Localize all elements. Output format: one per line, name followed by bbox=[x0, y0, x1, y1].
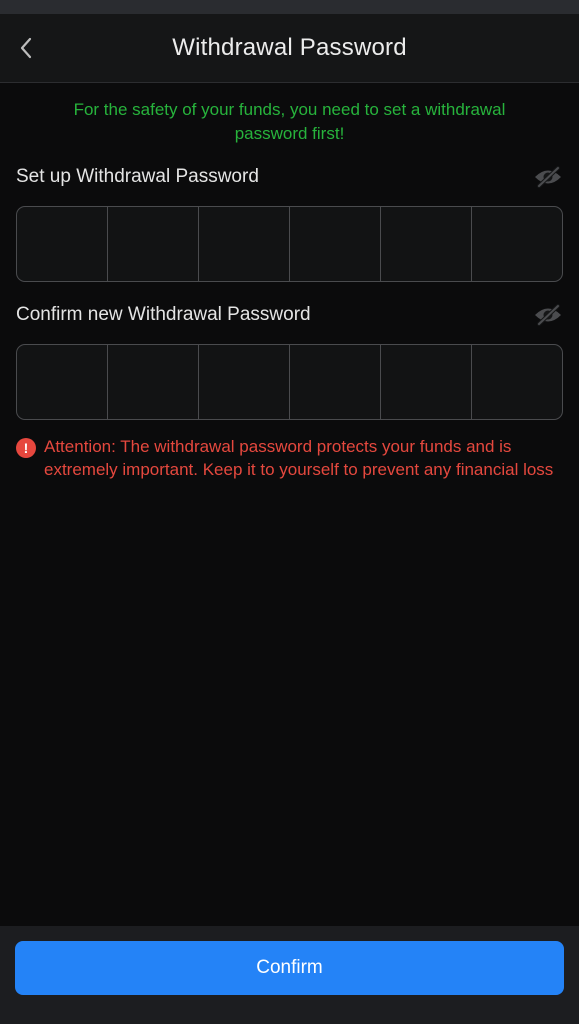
confirm-password-digit-5[interactable] bbox=[381, 345, 472, 419]
eye-off-icon bbox=[535, 304, 561, 326]
confirm-password-header: Confirm new Withdrawal Password bbox=[16, 300, 563, 330]
setup-password-digit-4[interactable] bbox=[290, 207, 381, 281]
confirm-password-digit-2[interactable] bbox=[108, 345, 199, 419]
status-bar bbox=[0, 0, 579, 14]
exclamation-circle-icon: ! bbox=[16, 438, 36, 458]
confirm-password-label: Confirm new Withdrawal Password bbox=[16, 304, 311, 325]
safety-notice: For the safety of your funds, you need t… bbox=[73, 100, 506, 143]
setup-password-header: Set up Withdrawal Password bbox=[16, 162, 563, 192]
setup-password-digit-5[interactable] bbox=[381, 207, 472, 281]
setup-password-input[interactable] bbox=[16, 206, 563, 282]
attention-warning: ! Attention: The withdrawal password pro… bbox=[16, 436, 563, 481]
confirm-password-digit-4[interactable] bbox=[290, 345, 381, 419]
confirm-password-digit-6[interactable] bbox=[472, 345, 562, 419]
navigation-bar: Withdrawal Password bbox=[0, 14, 579, 83]
confirm-password-visibility-toggle[interactable] bbox=[533, 303, 563, 327]
confirm-password-input[interactable] bbox=[16, 344, 563, 420]
back-button[interactable] bbox=[10, 32, 42, 64]
page-title: Withdrawal Password bbox=[172, 34, 407, 61]
attention-text: Attention: The withdrawal password prote… bbox=[44, 437, 554, 479]
setup-password-digit-1[interactable] bbox=[17, 207, 108, 281]
setup-password-label: Set up Withdrawal Password bbox=[16, 166, 259, 187]
chevron-left-icon bbox=[20, 37, 32, 59]
eye-off-icon bbox=[535, 166, 561, 188]
setup-password-visibility-toggle[interactable] bbox=[533, 165, 563, 189]
confirm-password-digit-3[interactable] bbox=[199, 345, 290, 419]
setup-password-digit-6[interactable] bbox=[472, 207, 562, 281]
form-content: For the safety of your funds, you need t… bbox=[0, 98, 579, 481]
confirm-password-digit-1[interactable] bbox=[17, 345, 108, 419]
setup-password-digit-3[interactable] bbox=[199, 207, 290, 281]
setup-password-digit-2[interactable] bbox=[108, 207, 199, 281]
footer-bar: Confirm bbox=[0, 926, 579, 1024]
confirm-button[interactable]: Confirm bbox=[15, 941, 564, 995]
